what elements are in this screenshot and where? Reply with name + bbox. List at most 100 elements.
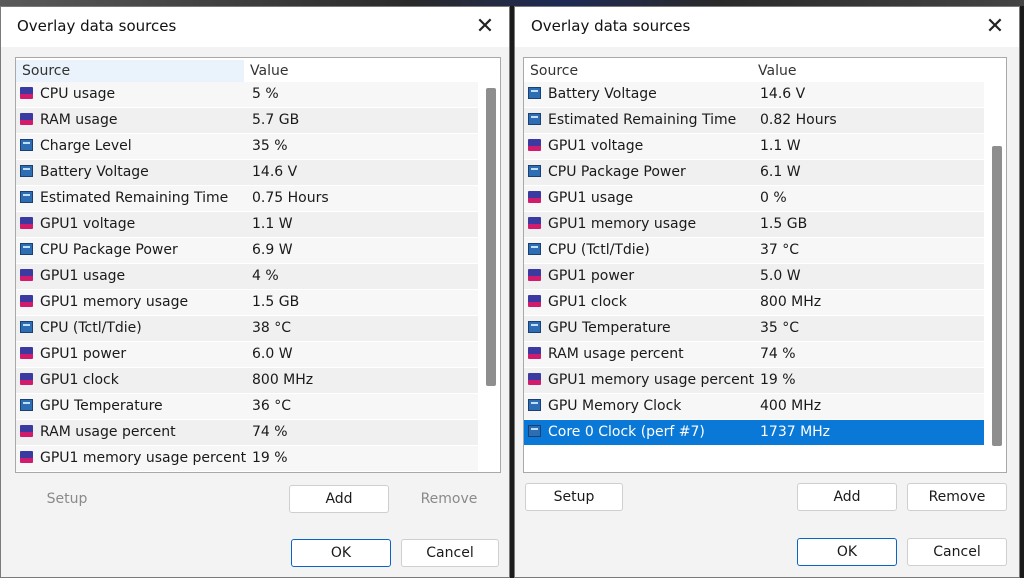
source-cell: Battery Voltage [40,164,149,180]
value-cell: 4 % [252,268,279,284]
overlay-data-sources-dialog-left: Overlay data sources ✕ Source Value CPU … [0,6,510,578]
list-item[interactable]: GPU Temperature 35 °C [524,316,984,342]
column-header-value[interactable]: Value [250,63,288,79]
source-cell: GPU1 memory usage [548,216,697,232]
value-cell: 6.0 W [252,346,293,362]
value-cell: 0.82 Hours [760,112,837,128]
value-cell: 19 % [252,450,288,466]
setup-button[interactable]: Setup [19,485,115,513]
value-cell: 36 °C [252,398,292,414]
list-item[interactable]: GPU1 clock 800 MHz [16,368,478,394]
remove-button[interactable]: Remove [907,483,1007,511]
list-header: Source Value [16,60,500,82]
list-item[interactable]: CPU Package Power 6.9 W [16,238,478,264]
scrollbar-thumb[interactable] [992,146,1002,446]
source-cell: Estimated Remaining Time [40,190,229,206]
list-item[interactable]: Estimated Remaining Time 0.82 Hours [524,108,984,134]
value-cell: 1.1 W [252,216,293,232]
remove-button[interactable]: Remove [399,485,499,513]
list-item[interactable]: CPU (Tctl/Tdie) 37 °C [524,238,984,264]
list-item[interactable]: GPU1 voltage 1.1 W [524,134,984,160]
source-cell: GPU1 voltage [548,138,644,154]
list-item[interactable]: GPU1 power 6.0 W [16,342,478,368]
battery-icon [528,243,541,255]
value-cell: 35 % [252,138,288,154]
list-item[interactable]: Charge Level 35 % [16,134,478,160]
battery-icon [20,243,33,255]
title-bar: Overlay data sources ✕ [1,7,509,47]
cpu-icon [20,87,33,99]
list-item[interactable]: GPU Temperature 36 °C [16,394,478,420]
ok-button[interactable]: OK [797,538,897,566]
source-cell: RAM usage [40,112,118,128]
list-rows: Battery Voltage 14.6 V Estimated Remaining… [524,82,984,446]
value-cell: 1.5 GB [760,216,808,232]
source-cell: RAM usage percent [40,424,176,440]
close-icon[interactable]: ✕ [471,13,499,41]
battery-icon [528,113,541,125]
value-cell: 1.1 W [760,138,801,154]
list-item[interactable]: GPU1 memory usage percent 19 % [16,446,478,472]
list-item[interactable]: GPU Memory Clock 400 MHz [524,394,984,420]
list-item[interactable]: Core 0 Clock (perf #7) 1737 MHz [524,420,984,446]
battery-icon [20,165,33,177]
list-item[interactable]: Battery Voltage 14.6 V [16,160,478,186]
scrollbar-thumb[interactable] [486,88,496,386]
list-item[interactable]: GPU1 memory usage percent 19 % [524,368,984,394]
list-item[interactable]: CPU usage 5 % [16,82,478,108]
value-cell: 400 MHz [760,398,822,414]
data-sources-list[interactable]: Source Value CPU usage 5 % RAM usage 5.7 GB… [15,57,501,473]
source-cell: CPU Package Power [548,164,686,180]
source-cell: CPU usage [40,86,116,102]
value-cell: 0 % [760,190,787,206]
close-icon[interactable]: ✕ [981,13,1009,41]
vertical-scrollbar[interactable] [486,82,496,468]
cancel-button[interactable]: Cancel [401,539,499,567]
list-item[interactable]: GPU1 usage 0 % [524,186,984,212]
value-cell: 35 °C [760,320,800,336]
cancel-button[interactable]: Cancel [907,538,1007,566]
battery-icon [20,399,33,411]
source-cell: GPU1 memory usage [40,294,189,310]
list-item[interactable]: CPU (Tctl/Tdie) 38 °C [16,316,478,342]
list-rows: CPU usage 5 % RAM usage 5.7 GB Charge Level 3… [16,82,478,472]
battery-icon [528,399,541,411]
list-item[interactable]: Battery Voltage 14.6 V [524,82,984,108]
column-header-source[interactable]: Source [16,60,244,82]
cpu-icon [528,295,541,307]
column-header-source[interactable]: Source [530,63,578,79]
setup-button[interactable]: Setup [525,483,623,511]
source-cell: CPU (Tctl/Tdie) [40,320,142,336]
column-header-value[interactable]: Value [758,63,796,79]
cpu-icon [20,295,33,307]
source-cell: GPU1 memory usage percent [40,450,247,466]
add-button[interactable]: Add [797,483,897,511]
data-sources-list[interactable]: Source Value Battery Voltage 14.6 V Estima… [523,57,1007,473]
cpu-icon [528,217,541,229]
list-item[interactable]: GPU1 usage 4 % [16,264,478,290]
value-cell: 19 % [760,372,796,388]
ok-button[interactable]: OK [291,539,391,567]
list-item[interactable]: GPU1 voltage 1.1 W [16,212,478,238]
list-item[interactable]: Estimated Remaining Time 0.75 Hours [16,186,478,212]
vertical-scrollbar[interactable] [992,82,1002,468]
list-item[interactable]: RAM usage percent 74 % [16,420,478,446]
dialog-title: Overlay data sources [17,17,177,35]
list-item[interactable]: CPU Package Power 6.1 W [524,160,984,186]
list-item[interactable]: GPU1 memory usage 1.5 GB [16,290,478,316]
cpu-icon [20,347,33,359]
source-cell: GPU1 clock [548,294,627,310]
value-cell: 5 % [252,86,279,102]
list-item[interactable]: GPU1 clock 800 MHz [524,290,984,316]
list-item[interactable]: GPU1 power 5.0 W [524,264,984,290]
source-cell: Battery Voltage [548,86,657,102]
list-item[interactable]: RAM usage percent 74 % [524,342,984,368]
dialog-title: Overlay data sources [531,17,691,35]
list-item[interactable]: RAM usage 5.7 GB [16,108,478,134]
add-button[interactable]: Add [289,485,389,513]
list-item[interactable]: GPU1 memory usage 1.5 GB [524,212,984,238]
battery-icon [20,321,33,333]
battery-icon [20,191,33,203]
source-cell: GPU1 voltage [40,216,136,232]
source-cell: GPU1 power [548,268,635,284]
